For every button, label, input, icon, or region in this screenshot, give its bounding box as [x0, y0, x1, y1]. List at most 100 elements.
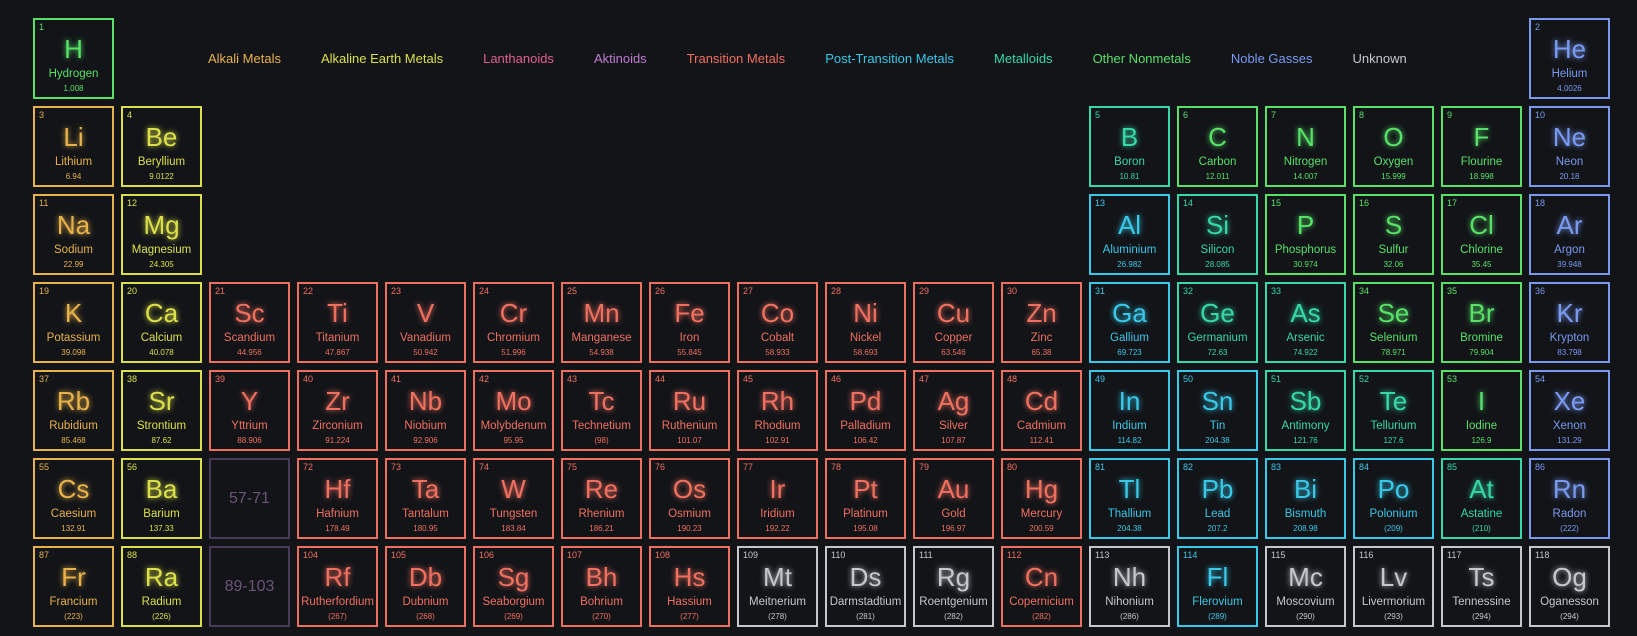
element-ra[interactable]: 88 Ra Radium (226): [121, 546, 202, 627]
element-ne[interactable]: 10 Ne Neon 20.18: [1529, 106, 1610, 187]
element-ca[interactable]: 20 Ca Calcium 40.078: [121, 282, 202, 363]
element-cs[interactable]: 55 Cs Caesium 132.91: [33, 458, 114, 539]
element-kr[interactable]: 36 Kr Krypton 83.798: [1529, 282, 1610, 363]
element-y[interactable]: 39 Y Yttrium 88.906: [209, 370, 290, 451]
legend-noble[interactable]: Noble Gasses: [1231, 51, 1313, 66]
element-n[interactable]: 7 N Nitrogen 14.007: [1265, 106, 1346, 187]
element-tc[interactable]: 43 Tc Technetium (98): [561, 370, 642, 451]
element-i[interactable]: 53 I Iodine 126.9: [1441, 370, 1522, 451]
element-be[interactable]: 4 Be Beryllium 9.0122: [121, 106, 202, 187]
legend-trans[interactable]: Transition Metals: [687, 51, 786, 66]
element-sr[interactable]: 38 Sr Strontium 87.62: [121, 370, 202, 451]
element-rn[interactable]: 86 Rn Radon (222): [1529, 458, 1610, 539]
legend-post[interactable]: Post-Transition Metals: [825, 51, 954, 66]
element-ru[interactable]: 44 Ru Ruthenium 101.07: [649, 370, 730, 451]
element-hg[interactable]: 80 Hg Mercury 200.59: [1001, 458, 1082, 539]
element-v[interactable]: 23 V Vanadium 50.942: [385, 282, 466, 363]
legend-unknown[interactable]: Unknown: [1352, 51, 1406, 66]
element-o[interactable]: 8 O Oxygen 15.999: [1353, 106, 1434, 187]
element-ta[interactable]: 73 Ta Tantalum 180.95: [385, 458, 466, 539]
element-ba[interactable]: 56 Ba Barium 137.33: [121, 458, 202, 539]
element-mg[interactable]: 12 Mg Magnesium 24.305: [121, 194, 202, 275]
element-pt[interactable]: 78 Pt Platinum 195.08: [825, 458, 906, 539]
element-co[interactable]: 27 Co Cobalt 58.933: [737, 282, 818, 363]
element-s[interactable]: 16 S Sulfur 32.06: [1353, 194, 1434, 275]
legend-nonmetal[interactable]: Other Nonmetals: [1093, 51, 1191, 66]
element-au[interactable]: 79 Au Gold 196.97: [913, 458, 994, 539]
element-hf[interactable]: 72 Hf Hafnium 178.49: [297, 458, 378, 539]
element-zr[interactable]: 40 Zr Zirconium 91.224: [297, 370, 378, 451]
element-cl[interactable]: 17 Cl Chlorine 35.45: [1441, 194, 1522, 275]
element-mn[interactable]: 25 Mn Manganese 54.938: [561, 282, 642, 363]
legend-alkali[interactable]: Alkali Metals: [208, 51, 281, 66]
element-rg[interactable]: 111 Rg Roentgenium (282): [913, 546, 994, 627]
element-rb[interactable]: 37 Rb Rubidium 85.468: [33, 370, 114, 451]
series-placeholder-89-103[interactable]: 89-103: [209, 546, 290, 627]
element-cr[interactable]: 24 Cr Chromium 51.996: [473, 282, 554, 363]
element-xe[interactable]: 54 Xe Xenon 131.29: [1529, 370, 1610, 451]
element-os[interactable]: 76 Os Osmium 190.23: [649, 458, 730, 539]
element-mo[interactable]: 42 Mo Molybdenum 95.95: [473, 370, 554, 451]
element-sb[interactable]: 51 Sb Antimony 121.76: [1265, 370, 1346, 451]
element-og[interactable]: 118 Og Oganesson (294): [1529, 546, 1610, 627]
element-mt[interactable]: 109 Mt Meitnerium (278): [737, 546, 818, 627]
element-b[interactable]: 5 B Boron 10.81: [1089, 106, 1170, 187]
element-sg[interactable]: 106 Sg Seaborgium (269): [473, 546, 554, 627]
element-ga[interactable]: 31 Ga Gallium 69.723: [1089, 282, 1170, 363]
element-se[interactable]: 34 Se Selenium 78.971: [1353, 282, 1434, 363]
element-cu[interactable]: 29 Cu Copper 63.546: [913, 282, 994, 363]
element-br[interactable]: 35 Br Bromine 79.904: [1441, 282, 1522, 363]
series-placeholder-57-71[interactable]: 57-71: [209, 458, 290, 539]
element-ni[interactable]: 28 Ni Nickel 58.693: [825, 282, 906, 363]
element-fr[interactable]: 87 Fr Francium (223): [33, 546, 114, 627]
element-fe[interactable]: 26 Fe Iron 55.845: [649, 282, 730, 363]
element-nh[interactable]: 113 Nh Nihonium (286): [1089, 546, 1170, 627]
element-ar[interactable]: 18 Ar Argon 39.948: [1529, 194, 1610, 275]
element-cd[interactable]: 48 Cd Cadmium 112.41: [1001, 370, 1082, 451]
element-lv[interactable]: 116 Lv Livermorium (293): [1353, 546, 1434, 627]
element-sn[interactable]: 50 Sn Tin 204.38: [1177, 370, 1258, 451]
legend-alkaline[interactable]: Alkaline Earth Metals: [321, 51, 443, 66]
element-te[interactable]: 52 Te Tellurium 127.6: [1353, 370, 1434, 451]
element-at[interactable]: 85 At Astatine (210): [1441, 458, 1522, 539]
element-sc[interactable]: 21 Sc Scandium 44.956: [209, 282, 290, 363]
element-in[interactable]: 49 In Indium 114.82: [1089, 370, 1170, 451]
element-as[interactable]: 33 As Arsenic 74.922: [1265, 282, 1346, 363]
element-ir[interactable]: 77 Ir Iridium 192.22: [737, 458, 818, 539]
element-db[interactable]: 105 Db Dubnium (268): [385, 546, 466, 627]
element-re[interactable]: 75 Re Rhenium 186.21: [561, 458, 642, 539]
element-p[interactable]: 15 P Phosphorus 30.974: [1265, 194, 1346, 275]
element-na[interactable]: 11 Na Sodium 22.99: [33, 194, 114, 275]
legend-lanth[interactable]: Lanthanoids: [483, 51, 554, 66]
element-tl[interactable]: 81 Tl Thallium 204.38: [1089, 458, 1170, 539]
element-rf[interactable]: 104 Rf Rutherfordium (267): [297, 546, 378, 627]
element-ds[interactable]: 110 Ds Darmstadtium (281): [825, 546, 906, 627]
element-zn[interactable]: 30 Zn Zinc 65.38: [1001, 282, 1082, 363]
element-k[interactable]: 19 K Potassium 39.098: [33, 282, 114, 363]
element-bi[interactable]: 83 Bi Bismuth 208.98: [1265, 458, 1346, 539]
element-fl[interactable]: 114 Fl Flerovium (289): [1177, 546, 1258, 627]
element-bh[interactable]: 107 Bh Bohrium (270): [561, 546, 642, 627]
element-nb[interactable]: 41 Nb Niobium 92.906: [385, 370, 466, 451]
element-ag[interactable]: 47 Ag Silver 107.87: [913, 370, 994, 451]
element-cn[interactable]: 112 Cn Copernicium (282): [1001, 546, 1082, 627]
element-po[interactable]: 84 Po Polonium (209): [1353, 458, 1434, 539]
element-ge[interactable]: 32 Ge Germanium 72.63: [1177, 282, 1258, 363]
element-li[interactable]: 3 Li Lithium 6.94: [33, 106, 114, 187]
element-h[interactable]: 1 H Hydrogen 1.008: [33, 18, 114, 99]
element-ts[interactable]: 117 Ts Tennessine (294): [1441, 546, 1522, 627]
element-rh[interactable]: 45 Rh Rhodium 102.91: [737, 370, 818, 451]
legend-actin[interactable]: Aktinoids: [594, 51, 647, 66]
element-hs[interactable]: 108 Hs Hassium (277): [649, 546, 730, 627]
element-pd[interactable]: 46 Pd Palladium 106.42: [825, 370, 906, 451]
element-pb[interactable]: 82 Pb Lead 207.2: [1177, 458, 1258, 539]
element-si[interactable]: 14 Si Silicon 28.085: [1177, 194, 1258, 275]
element-mc[interactable]: 115 Mc Moscovium (290): [1265, 546, 1346, 627]
element-c[interactable]: 6 C Carbon 12.011: [1177, 106, 1258, 187]
element-he[interactable]: 2 He Helium 4.0026: [1529, 18, 1610, 99]
element-ti[interactable]: 22 Ti Titanium 47.867: [297, 282, 378, 363]
legend-metalloid[interactable]: Metalloids: [994, 51, 1053, 66]
element-f[interactable]: 9 F Flourine 18.998: [1441, 106, 1522, 187]
element-al[interactable]: 13 Al Aluminium 26.982: [1089, 194, 1170, 275]
element-w[interactable]: 74 W Tungsten 183.84: [473, 458, 554, 539]
